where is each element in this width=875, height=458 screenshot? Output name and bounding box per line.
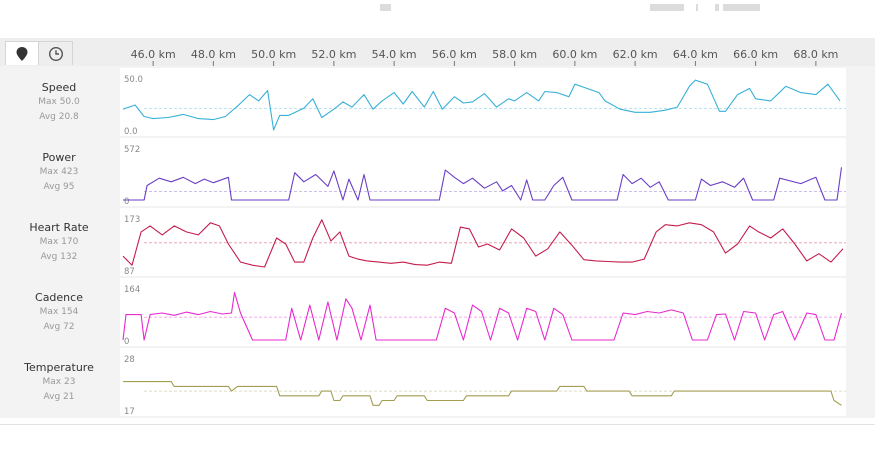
heart-rate-max: Max 170: [39, 237, 79, 247]
axis-tick-label: 48.0 km: [191, 48, 236, 61]
axis-tick-label: 46.0 km: [131, 48, 176, 61]
speed-title: Speed: [41, 81, 77, 94]
cadence-ymax-label: 164: [124, 285, 140, 295]
power-chart[interactable]: 572 0: [120, 138, 846, 206]
cadence-label-block: Cadence Max 154 Avg 72: [0, 291, 118, 335]
speed-ymax-label: 50.0: [124, 75, 143, 85]
temperature-ymin-label: 17: [124, 407, 135, 416]
axis-tick-label: 50.0 km: [251, 48, 296, 61]
cadence-chart[interactable]: 164 0: [120, 278, 846, 346]
axis-tick-label: 54.0 km: [372, 48, 417, 61]
temperature-ymax-label: 28: [124, 355, 135, 365]
cadence-series-line: [122, 291, 843, 341]
axis-tick-label: 60.0 km: [552, 48, 597, 61]
speed-chart[interactable]: 50.0 0.0: [120, 68, 846, 136]
power-label-block: Power Max 423 Avg 95: [0, 151, 118, 195]
heart-rate-avg: Avg 132: [40, 252, 78, 262]
power-ymax-label: 572: [124, 145, 140, 155]
toolbar-placeholder: [723, 4, 760, 11]
toolbar-placeholder: [696, 4, 698, 11]
power-series-line: [123, 167, 843, 201]
speed-series-line: [122, 79, 841, 131]
power-ymin-label: 0: [124, 197, 129, 206]
axis-tick-label: 62.0 km: [613, 48, 658, 61]
axis-tick-label: 58.0 km: [492, 48, 537, 61]
axis-tick-label: 52.0 km: [311, 48, 356, 61]
toolbar-placeholder: [380, 4, 391, 11]
temperature-chart[interactable]: 28 17: [120, 348, 846, 416]
axis-tick-label: 68.0 km: [793, 48, 838, 61]
speed-max: Max 50.0: [38, 97, 80, 107]
axis-tick-label: 66.0 km: [733, 48, 778, 61]
temperature-max: Max 23: [42, 377, 76, 387]
heart-rate-ymin-label: 87: [124, 267, 135, 276]
toolbar-placeholder: [650, 4, 684, 11]
heart-rate-ymax-label: 173: [124, 215, 140, 225]
cadence-ymin-label: 0: [124, 337, 129, 346]
power-title: Power: [42, 151, 76, 164]
heart-rate-title: Heart Rate: [29, 221, 89, 234]
cadence-avg: Avg 72: [43, 322, 75, 332]
cadence-max: Max 154: [39, 307, 79, 317]
axis-tick-label: 56.0 km: [432, 48, 477, 61]
speed-ymin-label: 0.0: [124, 127, 138, 136]
axis-tick-label: 64.0 km: [673, 48, 718, 61]
heart-rate-series-line: [122, 219, 844, 268]
power-max: Max 423: [39, 167, 79, 177]
heart-rate-label-block: Heart Rate Max 170 Avg 132: [0, 221, 118, 265]
distance-axis: 46.0 km 48.0 km 50.0 km 52.0 km 54.0 km 56.0 …: [131, 48, 838, 67]
heart-rate-chart[interactable]: 173 87: [120, 208, 846, 276]
top-toolbar-strip: [0, 0, 875, 38]
temperature-series-line: [123, 381, 842, 406]
temperature-title: Temperature: [24, 361, 94, 374]
bottom-divider: [0, 424, 875, 425]
temperature-label-block: Temperature Max 23 Avg 21: [0, 361, 118, 405]
toolbar-placeholder: [715, 4, 719, 11]
power-avg: Avg 95: [43, 182, 75, 192]
speed-label-block: Speed Max 50.0 Avg 20.8: [0, 81, 118, 125]
cadence-title: Cadence: [35, 291, 83, 304]
speed-avg: Avg 20.8: [39, 112, 79, 122]
temperature-avg: Avg 21: [43, 392, 75, 402]
